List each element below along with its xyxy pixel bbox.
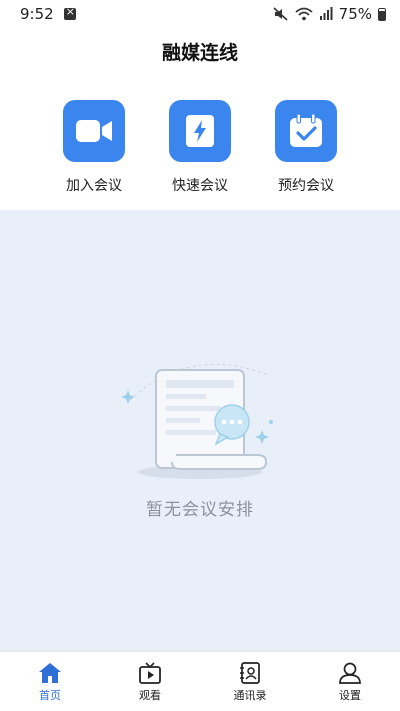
status-bar: 9:52 75% — [0, 0, 400, 28]
empty-state-message: 暂无会议安排 — [146, 500, 254, 520]
schedule-meeting-tile[interactable] — [275, 100, 337, 162]
user-icon — [339, 662, 361, 684]
meeting-list-area: 暂无会议安排 — [0, 210, 400, 651]
tab-settings[interactable]: 设置 — [300, 652, 400, 711]
schedule-meeting-button[interactable]: 预约会议 — [256, 100, 356, 195]
quick-meeting-button[interactable]: 快速会议 — [150, 100, 250, 195]
tab-watch-label: 观看 — [139, 689, 161, 702]
tab-settings-label: 设置 — [339, 689, 361, 702]
status-time: 9:52 — [20, 5, 54, 23]
video-camera-icon — [76, 120, 112, 142]
tab-contacts-label: 通讯录 — [233, 689, 267, 702]
battery-icon — [378, 7, 386, 21]
tv-play-icon — [139, 662, 161, 684]
wifi-icon — [295, 7, 313, 21]
quick-meeting-tile[interactable] — [169, 100, 231, 162]
home-icon — [39, 663, 61, 683]
contacts-book-icon — [240, 662, 260, 684]
quick-meeting-label: 快速会议 — [172, 178, 228, 194]
quick-actions: 加入会议 快速会议 预约会议 — [0, 100, 400, 196]
empty-state-illustration — [121, 363, 273, 479]
notification-icon — [63, 5, 76, 20]
tab-home-label: 首页 — [39, 689, 61, 702]
calendar-check-icon — [290, 113, 322, 147]
join-meeting-tile[interactable] — [63, 100, 125, 162]
page-title: 融媒连线 — [161, 42, 238, 64]
join-meeting-label: 加入会议 — [66, 178, 122, 194]
battery-percentage: 75% — [338, 5, 372, 23]
tab-contacts[interactable]: 通讯录 — [200, 652, 300, 711]
tab-watch[interactable]: 观看 — [100, 652, 200, 711]
bottom-tab-bar: 首页 观看 通讯录 设置 — [0, 651, 400, 711]
schedule-meeting-label: 预约会议 — [278, 178, 334, 194]
signal-icon — [319, 7, 333, 20]
join-meeting-button[interactable]: 加入会议 — [44, 100, 144, 195]
mute-icon — [273, 7, 288, 21]
lightning-icon — [186, 115, 214, 147]
tab-home[interactable]: 首页 — [0, 652, 100, 711]
